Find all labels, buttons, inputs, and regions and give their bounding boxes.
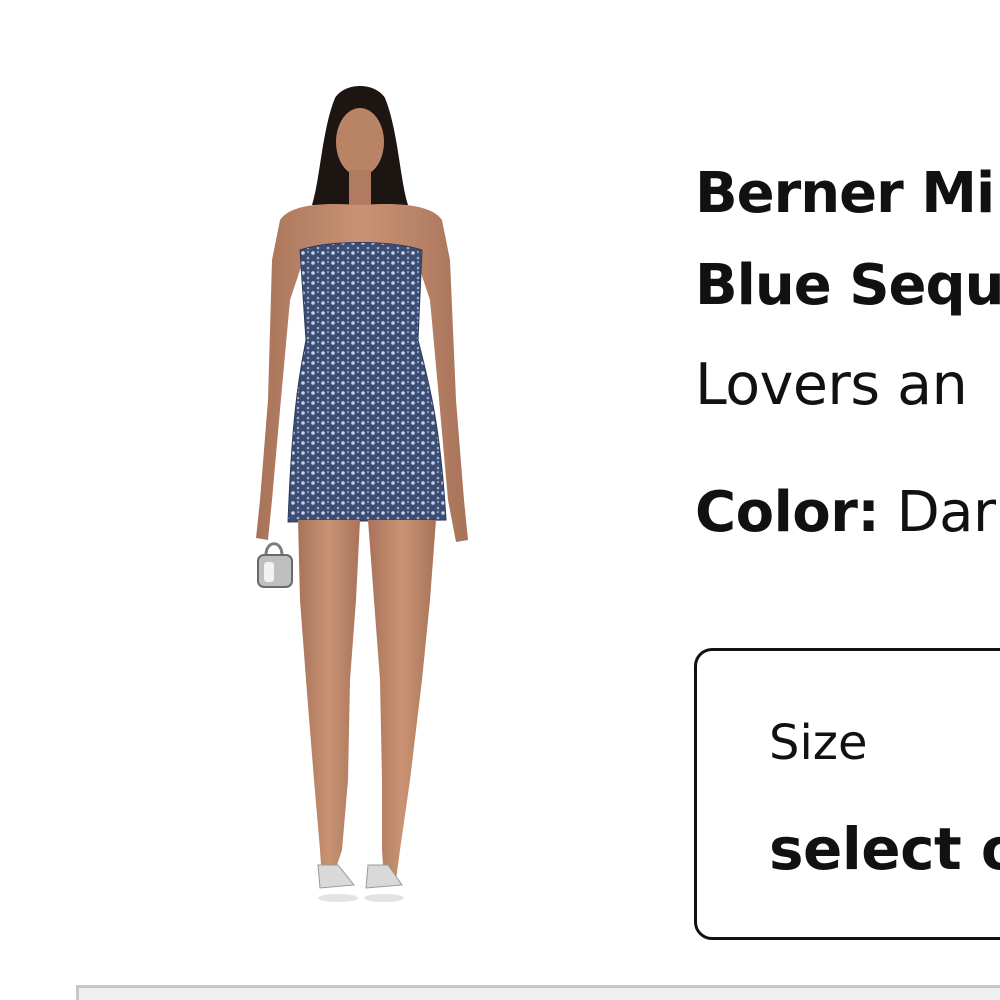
brand-name[interactable]: Lovers an [695,350,968,420]
dress-shape [287,242,447,523]
right-leg-shape [368,520,436,880]
product-page: Berner Mi Blue Sequ Lovers an Color: Dar… [0,0,1000,1000]
face-shape [336,108,384,176]
left-leg-shape [298,520,360,880]
size-value: select o [769,815,1000,883]
handbag-icon [257,554,293,588]
color-value: Dar [896,480,996,545]
product-title: Berner Mi Blue Sequ [695,148,1000,332]
product-image[interactable] [250,80,475,915]
left-shoe-shape [317,864,355,889]
color-label: Color: [695,480,880,545]
handbag-strap [264,542,284,556]
color-row: Color: Dar [695,478,996,548]
bottom-panel-edge [76,985,1000,1000]
size-label: Size [769,715,868,771]
product-title-line-2: Blue Sequ [695,253,1000,318]
product-title-line-1: Berner Mi [695,161,995,226]
size-select-button[interactable]: Size select o [694,648,1000,940]
